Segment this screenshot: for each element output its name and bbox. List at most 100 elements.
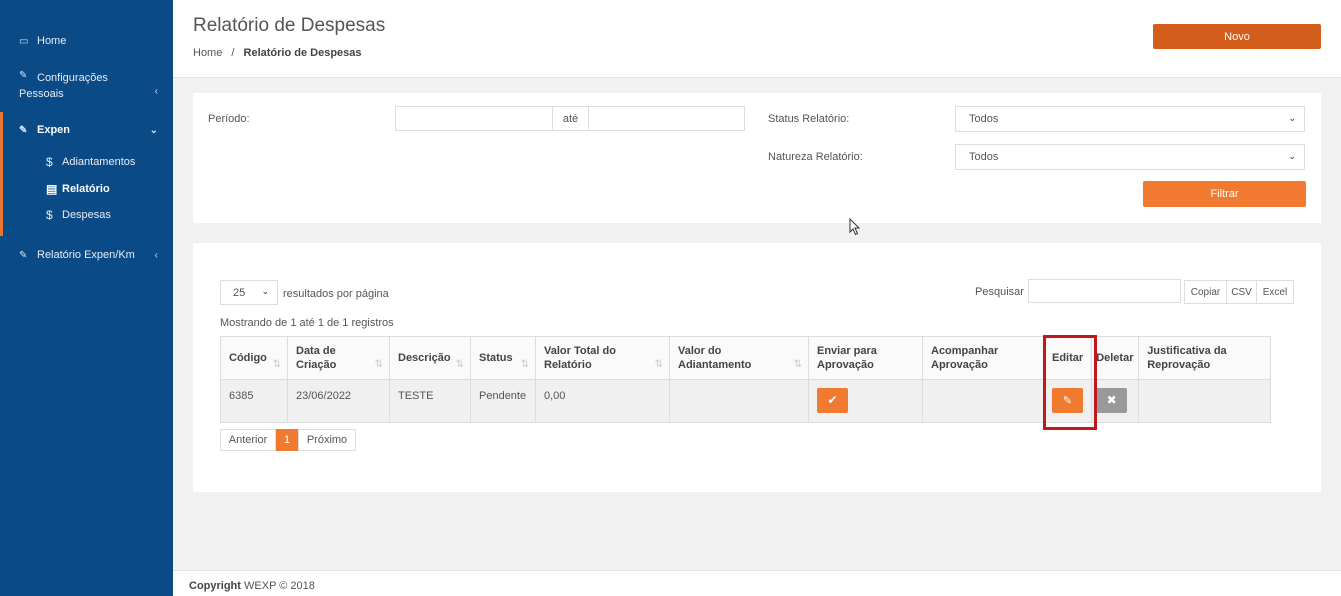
breadcrumb-home[interactable]: Home (193, 47, 222, 59)
chevron-down-icon: ⌄ (149, 124, 158, 136)
check-icon: ✔ (827, 393, 838, 407)
cell-editar: ✎ (1042, 379, 1093, 423)
cell-acompanhar (922, 379, 1044, 423)
filter-panel: Período: até Status Relatório: Todos ⌄ N… (193, 93, 1321, 223)
reports-table: Código ⇅ Data de Criação ⇅ Descrição ⇅ Stat… (220, 336, 1272, 423)
copyright-text: WEXP © 2018 (244, 580, 315, 592)
chevron-left-icon: ‹ (154, 86, 158, 97)
natureza-select[interactable]: Todos ⌄ (955, 144, 1305, 170)
chevron-down-icon: ⌄ (261, 286, 269, 296)
natureza-select-value: Todos (969, 151, 999, 163)
col-header-justificativa: Justificativa da Reprovação (1138, 336, 1272, 380)
sort-icon: ⇅ (793, 359, 802, 370)
col-header-descricao[interactable]: Descrição ⇅ (389, 336, 471, 380)
csv-button[interactable]: CSV (1226, 280, 1257, 304)
sidebar-subitem-adiantamentos[interactable]: $ Adiantamentos (0, 154, 173, 170)
cell-descricao: TESTE (389, 379, 471, 423)
copyright-label: Copyright (189, 580, 241, 592)
send-approval-button[interactable]: ✔ (817, 388, 848, 413)
cell-deletar: ✖ (1091, 379, 1140, 423)
sidebar-subitem-relatorio[interactable]: ▤ Relatório (0, 181, 173, 197)
sidebar-item-label: Expen (37, 124, 71, 136)
excel-button[interactable]: Excel (1256, 280, 1294, 304)
cell-data: 23/06/2022 (287, 379, 390, 423)
chevron-down-icon: ⌄ (1288, 151, 1296, 161)
periodo-end-input[interactable] (588, 106, 745, 131)
filter-button[interactable]: Filtrar (1143, 181, 1306, 207)
col-header-acompanhar: Acompanhar Aprovação (922, 336, 1044, 380)
page-size-value: 25 (233, 286, 246, 299)
cell-justificativa (1138, 379, 1272, 423)
edit-icon: ✎ (19, 249, 28, 261)
dollar-icon: $ (46, 155, 53, 169)
list-icon: ▤ (46, 182, 58, 196)
sort-icon: ⇅ (374, 359, 383, 370)
status-select-value: Todos (969, 113, 999, 125)
pagination-page-1[interactable]: 1 (276, 429, 298, 451)
search-label: Pesquisar (975, 286, 1024, 298)
sidebar-subitem-label: Relatório (62, 183, 110, 195)
sidebar-subitem-label: Adiantamentos (62, 156, 136, 168)
chevron-left-icon: ‹ (154, 249, 158, 261)
cell-valor-total: 0,00 (535, 379, 670, 423)
sidebar-subitem-despesas[interactable]: $ Despesas (0, 207, 173, 223)
col-header-editar: Editar (1042, 336, 1093, 380)
sidebar-item-label: Relatório Expen/Km (37, 249, 135, 261)
table-header-row: Código ⇅ Data de Criação ⇅ Descrição ⇅ Stat… (220, 336, 1272, 380)
table-row: 6385 23/06/2022 TESTE Pendente 0,00 ✔ ✎ … (220, 379, 1272, 423)
cell-valor-adiantamento (669, 379, 809, 423)
breadcrumb-current: Relatório de Despesas (243, 47, 362, 59)
pagination-prev[interactable]: Anterior (220, 429, 276, 451)
pagination-next[interactable]: Próximo (298, 429, 356, 451)
edit-icon: ✎ (1062, 395, 1073, 407)
col-header-deletar: Deletar (1091, 336, 1140, 380)
sidebar-subitem-label: Despesas (62, 209, 111, 221)
close-icon: ✖ (1106, 393, 1117, 407)
ate-addon: até (552, 106, 589, 131)
breadcrumb-separator: / (231, 47, 235, 59)
cell-enviar: ✔ (808, 379, 923, 423)
sidebar-item-label: Configurações Pessoais (19, 72, 108, 100)
edit-button[interactable]: ✎ (1052, 388, 1083, 413)
col-header-valor-adiantamento[interactable]: Valor do Adiantamento ⇅ (669, 336, 809, 380)
periodo-start-input[interactable] (395, 106, 553, 131)
delete-button[interactable]: ✖ (1096, 388, 1128, 413)
sort-icon: ⇅ (654, 359, 663, 370)
col-header-codigo[interactable]: Código ⇅ (220, 336, 288, 380)
chevron-down-icon: ⌄ (1288, 113, 1296, 123)
table-info: Mostrando de 1 até 1 de 1 registros (220, 317, 394, 329)
status-select[interactable]: Todos ⌄ (955, 106, 1305, 132)
col-header-status[interactable]: Status ⇅ (470, 336, 536, 380)
page-size-select[interactable]: 25 ⌄ (220, 280, 278, 305)
col-header-data[interactable]: Data de Criação ⇅ (287, 336, 390, 380)
sidebar-item-relatorio-expen-km[interactable]: ✎ Relatório Expen/Km ‹ (0, 247, 173, 263)
copy-button[interactable]: Copiar (1184, 280, 1227, 304)
col-header-valor-total[interactable]: Valor Total do Relatório ⇅ (535, 336, 670, 380)
cell-codigo: 6385 (220, 379, 288, 423)
sort-icon: ⇅ (455, 359, 464, 370)
new-button[interactable]: Novo (1153, 24, 1321, 49)
col-header-enviar: Enviar para Aprovação (808, 336, 923, 380)
periodo-label: Período: (208, 113, 250, 125)
breadcrumb: Home / Relatório de Despesas (193, 47, 362, 59)
sidebar-item-label: Home (37, 35, 67, 47)
mouse-cursor-icon (849, 218, 861, 236)
cell-status: Pendente (470, 379, 536, 423)
sort-icon: ⇅ (520, 359, 529, 370)
page-title: Relatório de Despesas (193, 15, 386, 36)
status-label: Status Relatório: (768, 113, 850, 125)
sidebar-item-home[interactable]: ▭ Home (0, 33, 173, 49)
table-panel: 25 ⌄ resultados por página Pesquisar Cop… (193, 243, 1321, 492)
sidebar-item-configuracoes[interactable]: ✎ Configurações Pessoais ‹ (0, 70, 173, 102)
dollar-icon: $ (46, 208, 53, 222)
sort-icon: ⇅ (272, 359, 281, 370)
search-input[interactable] (1028, 279, 1181, 303)
sidebar-item-expen[interactable]: ✎ Expen ⌄ (0, 122, 173, 138)
natureza-label: Natureza Relatório: (768, 151, 863, 163)
footer: Copyright WEXP © 2018 (173, 570, 1341, 596)
page-header: Relatório de Despesas Home / Relatório d… (173, 0, 1341, 78)
sidebar: ▭ Home ✎ Configurações Pessoais ‹ ✎ Expe… (0, 0, 173, 596)
laptop-icon: ▭ (19, 35, 29, 47)
per-page-label: resultados por página (283, 288, 389, 300)
edit-icon: ✎ (19, 124, 28, 136)
